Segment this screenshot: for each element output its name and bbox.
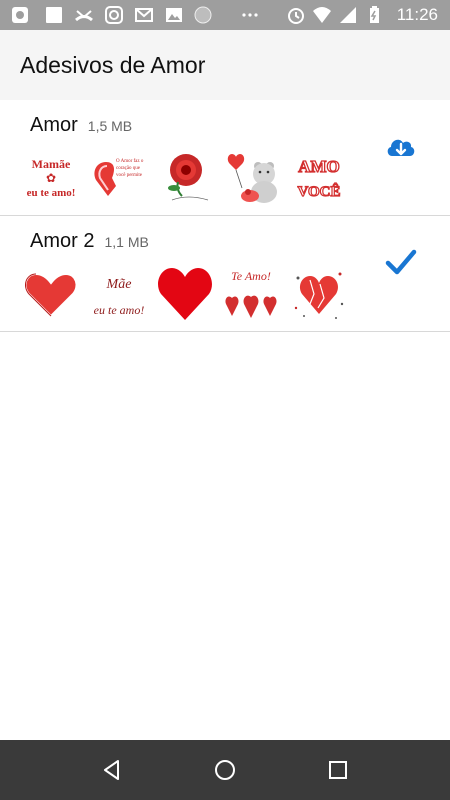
- back-button[interactable]: [100, 758, 124, 782]
- app-title: Adesivos de Amor: [20, 51, 206, 78]
- alarm-icon: [288, 8, 304, 24]
- pack-header: Amor 2 1,1 MB: [30, 230, 149, 253]
- sticker-heart-text: O Amor faz o coração que você permite: [90, 148, 148, 206]
- sticker-rose: [158, 148, 216, 206]
- sticker-pack-amor-2[interactable]: Amor 2 1,1 MB Mãe eu te amo! Te Amo!: [0, 216, 450, 332]
- svg-text:✿: ✿: [46, 171, 56, 185]
- signal-icon: [340, 7, 356, 23]
- svg-text:Mamãe: Mamãe: [32, 157, 71, 171]
- more-icon: [242, 13, 258, 17]
- installed-checkmark: [384, 246, 418, 280]
- svg-text:eu te amo!: eu te amo!: [94, 303, 145, 317]
- missed-call-icon: [75, 10, 93, 22]
- pack-name: Amor: [30, 114, 78, 136]
- recents-button[interactable]: [326, 758, 350, 782]
- sticker-big-heart: [156, 264, 214, 322]
- sticker-teddy-bear: [222, 148, 280, 206]
- pack-header: Amor 1,5 MB: [30, 114, 132, 137]
- sticker-mamae-eu-te-amo: Mamãe ✿ eu te amo!: [22, 148, 80, 206]
- pack-name: Amor 2: [30, 230, 95, 252]
- navigation-bar: [0, 740, 450, 800]
- status-time: 11:26: [396, 5, 438, 24]
- home-button[interactable]: [213, 758, 237, 782]
- download-button[interactable]: [384, 130, 418, 164]
- app-icon-2: [46, 7, 62, 23]
- wifi-icon: [313, 7, 331, 23]
- pack-size: 1,5 MB: [87, 118, 133, 134]
- sticker-red-heart: [22, 264, 80, 322]
- pack-size: 1,1 MB: [104, 234, 149, 250]
- svg-text:Mãe: Mãe: [106, 277, 132, 292]
- status-bar: 11:26: [0, 0, 450, 30]
- svg-text:VOCÊ: VOCÊ: [297, 183, 340, 200]
- app-bar: Adesivos de Amor: [0, 30, 450, 100]
- svg-text:eu te amo!: eu te amo!: [27, 187, 76, 199]
- instagram-icon: [105, 6, 123, 24]
- checkmark-icon: [385, 249, 417, 275]
- sticker-mae-eu-te-amo: Mãe eu te amo!: [90, 264, 148, 322]
- app-icon: [12, 7, 28, 23]
- gmail-icon: [135, 8, 153, 22]
- battery-charging-icon: [370, 6, 379, 23]
- sticker-sparkle-heart: [290, 264, 348, 322]
- circle-icon: [194, 6, 212, 24]
- image-icon: [166, 8, 182, 22]
- svg-text:Te Amo!: Te Amo!: [231, 269, 271, 283]
- sticker-te-amo-hearts: Te Amo!: [222, 264, 280, 322]
- cloud-download-icon: [387, 139, 415, 156]
- sticker-amo-voce: AMO VOCÊ: [290, 148, 348, 206]
- sticker-pack-amor[interactable]: Amor 1,5 MB Mamãe ✿ eu te amo! O Amor fa…: [0, 100, 450, 216]
- svg-text:AMO: AMO: [298, 157, 340, 176]
